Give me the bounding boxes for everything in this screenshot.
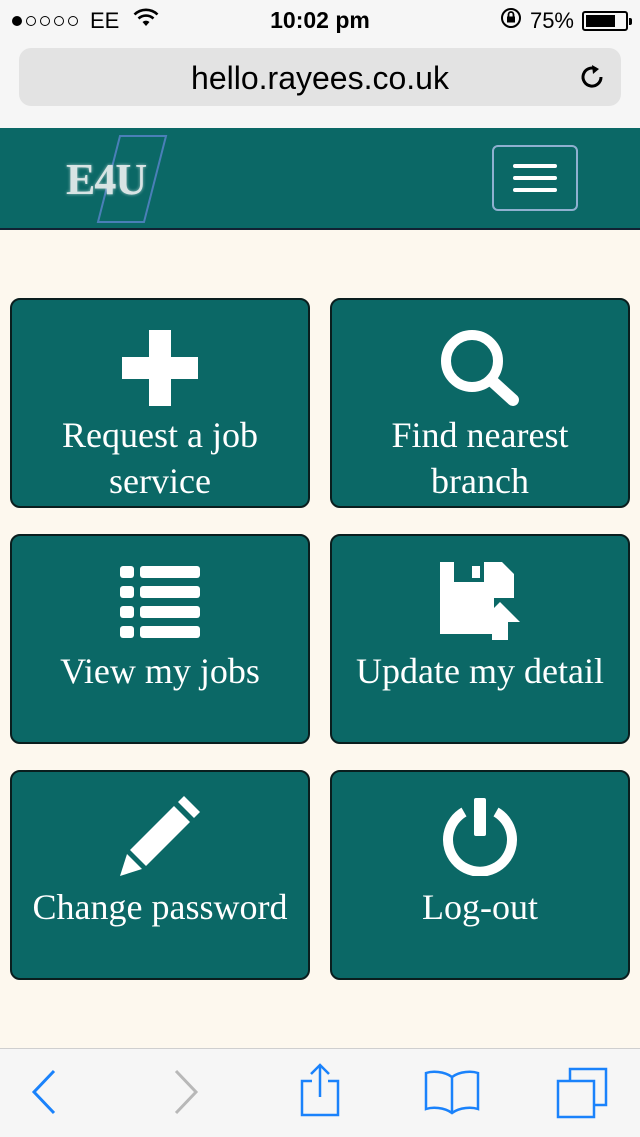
browser-toolbar [0,1048,640,1137]
tile-label: Change password [32,887,288,927]
view-jobs-tile[interactable]: View my jobs [10,534,310,744]
browser-address-area: hello.rayees.co.uk [0,40,640,128]
search-icon [332,328,628,408]
status-bar: EE 10:02 pm 75% [0,0,640,40]
tile-label: Request a job service [62,415,258,501]
back-icon[interactable] [30,1069,58,1120]
orientation-lock-icon [500,7,522,35]
power-icon [332,796,628,876]
plus-icon [12,330,308,406]
tile-label: Find nearest branch [391,415,569,501]
status-right: 75% [500,7,632,35]
tabs-icon[interactable] [556,1067,608,1124]
battery-icon [582,11,632,31]
hamburger-bar [513,188,557,192]
save-upload-icon [332,558,628,642]
address-bar[interactable]: hello.rayees.co.uk [19,48,621,106]
bookmarks-icon[interactable] [424,1069,480,1120]
forward-icon[interactable] [172,1069,200,1120]
site-navbar: E4U [0,128,640,230]
tile-label: Log-out [422,887,538,927]
battery-percent: 75% [529,8,574,33]
pencil-icon [12,794,308,878]
site-logo[interactable]: E4U [62,132,192,226]
change-password-tile[interactable]: Change password [10,770,310,980]
update-detail-tile[interactable]: Update my detail [330,534,630,744]
logo-text: E4U [66,155,147,204]
share-icon[interactable] [298,1063,342,1122]
find-branch-tile[interactable]: Find nearest branch [330,298,630,508]
hamburger-menu-button[interactable] [492,145,578,211]
logout-tile[interactable]: Log-out [330,770,630,980]
reload-icon[interactable] [577,62,607,97]
tile-label: Update my detail [356,651,604,691]
url-text[interactable]: hello.rayees.co.uk [19,60,621,97]
tile-label: View my jobs [60,651,260,691]
list-icon [12,564,308,640]
hamburger-bar [513,164,557,168]
hamburger-bar [513,176,557,180]
request-job-tile[interactable]: Request a job service [10,298,310,508]
